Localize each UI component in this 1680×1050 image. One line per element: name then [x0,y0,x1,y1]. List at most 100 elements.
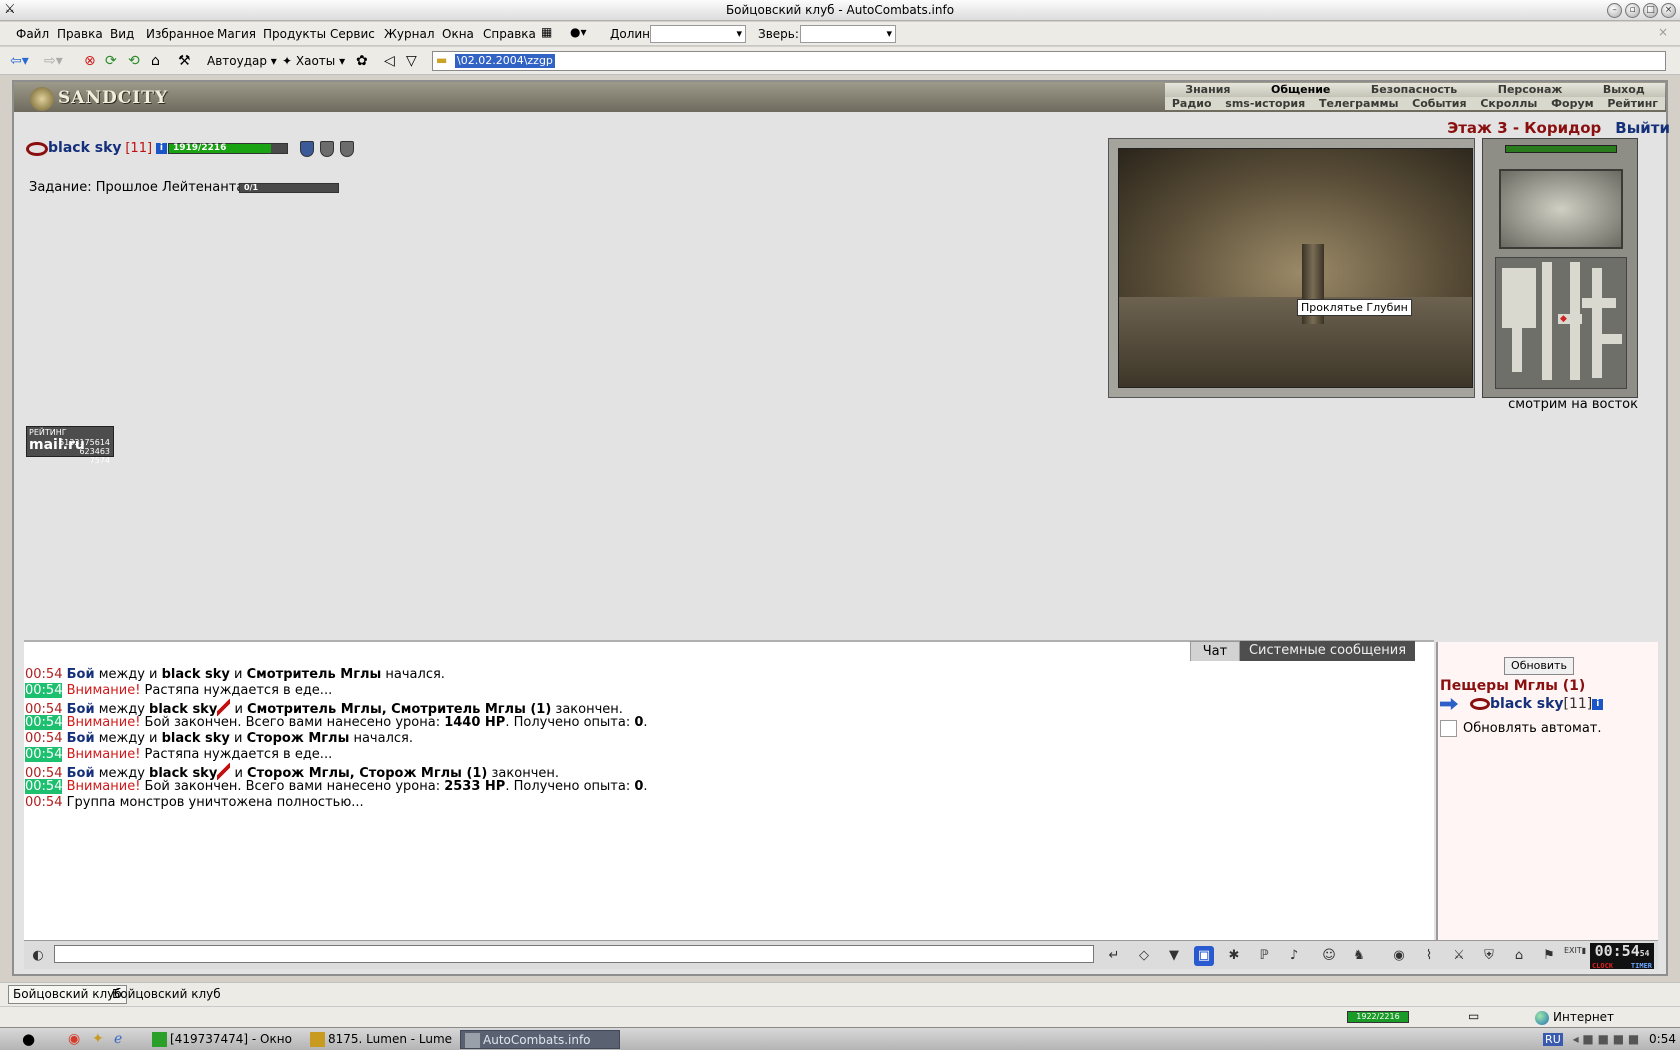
chat-text[interactable]: Сторож Мглы [247,731,350,746]
flag-icon[interactable]: ⚑ [1539,946,1559,966]
member-nick[interactable]: black sky [1490,696,1564,712]
translit-icon[interactable]: ℙ [1254,946,1274,966]
chrome-icon[interactable]: ◉ [68,1031,80,1047]
doc-tab-active[interactable]: Бойцовский клуб [8,985,127,1004]
haoty-button[interactable]: ✦ Хаоты ▾ [282,52,345,70]
zver-select[interactable] [800,25,896,43]
start-apple-icon[interactable]: ● [22,1030,35,1048]
rating-counter[interactable]: РЕЙТИНГ mail.ru 5133175614 623463 7574 [26,426,114,465]
chat-text[interactable]: black sky [162,667,230,682]
chat-time[interactable]: 00:54 [25,779,63,794]
bulb-icon[interactable]: ●▾ [570,25,587,39]
auto-refresh-checkbox[interactable] [1440,720,1457,737]
chat-time[interactable]: 00:54 [25,731,62,746]
chat-text[interactable]: 2533 HP [444,779,505,794]
smiley-menu-icon[interactable]: ◐ [28,946,48,966]
refresh-icon[interactable]: ⟳ [105,52,117,70]
armor-icon[interactable]: ⛨ [1479,946,1499,966]
minimize-button[interactable]: – [1607,3,1622,18]
chat-time[interactable]: 00:54 [25,795,62,810]
maximize-button[interactable]: □ [1643,3,1658,18]
autoudar-button[interactable]: Автоудар ▾ [207,52,277,70]
nav-sms-history[interactable]: sms-история [1225,97,1305,110]
dungeon-view[interactable] [1118,148,1473,388]
close-icon[interactable]: × [1658,25,1668,39]
nav-character[interactable]: Персонаж [1498,83,1563,97]
private-message-icon[interactable] [1440,698,1458,710]
chat-time[interactable]: 00:54 [25,747,63,762]
scroll-icon[interactable]: ⌇ [1419,946,1439,966]
tab-chat[interactable]: Чат [1190,641,1240,661]
nav-knowledge[interactable]: Знания [1185,83,1230,97]
stop-icon[interactable]: ⊗ [84,52,96,70]
menu-view[interactable]: Вид [110,27,134,41]
exit-icon[interactable]: EXIT▮ [1564,946,1586,966]
filter-icon[interactable]: ▽ [406,52,417,70]
game-clock[interactable]: 00:5454 CLOCK TIMER [1590,943,1654,970]
menu-edit[interactable]: Правка [57,27,103,41]
dolin-select[interactable] [650,25,746,43]
back-arrow-icon[interactable]: ⇦▾ [10,52,29,70]
menu-products[interactable]: Продукты [263,27,326,41]
shield-icon[interactable] [320,141,334,157]
task-lumen[interactable]: 8175. Lumen - Lumen -... [306,1030,452,1049]
weapon-icon[interactable]: ⚔ [1449,946,1469,966]
chat-text[interactable]: Смотритель Мглы [247,667,382,682]
menu-help[interactable]: Справка [483,27,536,41]
chat-text[interactable]: 1440 HP [444,715,505,730]
chat-input[interactable] [54,945,1094,963]
nav-radio[interactable]: Радио [1172,97,1212,110]
menu-windows[interactable]: Окна [442,27,474,41]
chat-text[interactable]: black sky [162,731,230,746]
tab-system-messages[interactable]: Системные сообщения [1240,641,1415,661]
menu-journal[interactable]: Журнал [384,27,435,41]
bag-icon[interactable]: ◉ [1389,946,1409,966]
restore-button[interactable]: ▫ [1625,3,1640,18]
calendar-icon[interactable]: ▦ [541,25,552,39]
person-icon[interactable]: ✱ [1224,946,1244,966]
menu-favorites[interactable]: Избранное [146,27,214,41]
nav-communication[interactable]: Общение [1271,83,1330,97]
info-icon[interactable]: i [155,143,167,154]
sound-icon[interactable]: ◁ [384,52,395,70]
smile-icon[interactable]: ☺ [1319,946,1339,966]
shield-icon-2[interactable] [340,141,354,157]
save-icon[interactable]: ▣ [1194,946,1214,966]
nav-events[interactable]: События [1412,97,1466,110]
task-icq[interactable]: [419737474] - Окно со... [148,1030,294,1049]
address-input[interactable]: ▬ \02.02.2004\zzgp [432,51,1666,71]
filter-icon-2[interactable]: ▼ [1164,946,1184,966]
doc-tab[interactable]: Бойцовский клуб [112,987,221,1001]
member-info-icon[interactable]: i [1592,698,1604,710]
nav-telegrams[interactable]: Телеграммы [1319,97,1398,110]
house-icon[interactable]: ⌂ [1509,946,1529,966]
chat-time[interactable]: 00:54 [25,683,63,698]
nav-forum[interactable]: Форум [1551,97,1594,110]
chat-time[interactable]: 00:54 [25,715,63,730]
speaker-icon[interactable]: ♪ [1284,946,1304,966]
menu-service[interactable]: Сервис [330,27,375,41]
hero-nick[interactable]: black sky [48,140,122,156]
compass-wheel[interactable] [1499,169,1623,249]
nav-exit[interactable]: Выход [1603,83,1645,97]
home-icon[interactable]: ⌂ [151,52,160,70]
menu-magic[interactable]: Магия [217,27,256,41]
nav-rating[interactable]: Рейтинг [1607,97,1658,110]
task-autocombats[interactable]: AutoCombats.info [460,1030,620,1049]
refresh-button[interactable]: Обновить [1504,657,1574,675]
buff-icon[interactable] [300,141,314,157]
forward-arrow-icon[interactable]: ⇨▾ [44,52,63,70]
chat-time[interactable]: 00:54 [25,667,62,682]
nav-security[interactable]: Безопасность [1371,83,1457,97]
tools-icon[interactable]: ⚒ [178,52,191,70]
pet-icon[interactable]: ✿ [356,52,368,70]
menu-file[interactable]: Файл [16,27,49,41]
lang-indicator[interactable]: RU [1543,1033,1563,1046]
close-button[interactable]: × [1661,3,1676,18]
eraser-icon[interactable]: ◇ [1134,946,1154,966]
app-icon[interactable]: ✦ [92,1031,104,1047]
ie-icon[interactable]: ℯ [114,1031,122,1047]
exit-link[interactable]: Выйти [1615,119,1670,137]
clan-icon[interactable]: ♞ [1349,946,1369,966]
nav-scrolls[interactable]: Скроллы [1480,97,1537,110]
